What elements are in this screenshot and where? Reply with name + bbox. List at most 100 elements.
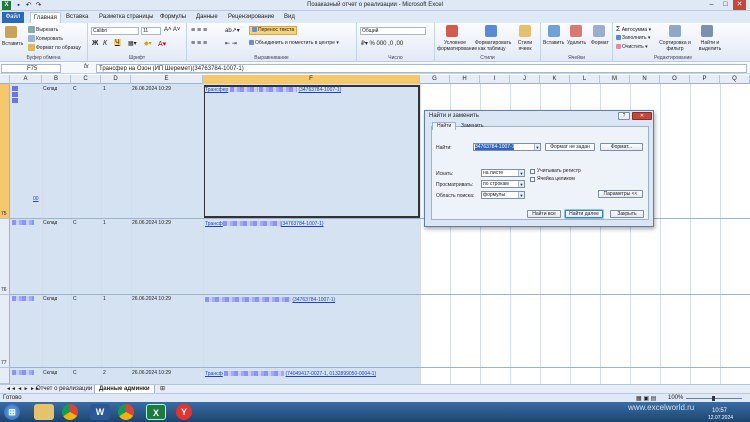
orientation-icon[interactable]: ab↗▾ [225,27,240,34]
insert-cells-button[interactable]: Вставить [543,40,564,46]
italic-icon[interactable]: К [103,40,107,47]
description-cell[interactable]: Трансфер (34763784-1007-1) [205,87,341,93]
clear-button[interactable]: Очистить ▾ [616,44,648,50]
dialog-close-button[interactable]: Закрыть [610,210,644,218]
dialog-close-icon[interactable]: ✕ [632,112,652,120]
c-cell[interactable]: С [73,220,77,226]
start-icon[interactable]: ⊞ [4,404,20,420]
cell-styles-button[interactable]: Стили ячеек [512,40,538,52]
chrome-icon[interactable] [62,404,78,420]
find-all-button[interactable]: Найти все [527,210,561,218]
column-header[interactable]: B [42,75,71,84]
zoom-thumb[interactable] [712,396,715,401]
date-cell[interactable]: 26.06.2024 10:29 [132,370,171,376]
qty-cell[interactable]: 1 [103,296,106,302]
column-header[interactable]: N [630,75,660,84]
c-cell[interactable]: С [73,296,77,302]
active-cell[interactable] [203,85,420,218]
tab-formulas[interactable]: Формулы [157,12,189,23]
align-left-icon[interactable]: ≡ ≡ ≡ [191,40,207,47]
date-cell[interactable]: 26.06.2024 10:29 [132,86,171,92]
zoom-level[interactable]: 100% [668,395,683,401]
currency-icon[interactable]: ₽▾ % 000 ,0 ,00 [361,40,403,47]
options-button[interactable]: Параметры << [598,190,643,198]
column-header[interactable]: Q [720,75,750,84]
c-cell[interactable]: С [73,370,77,376]
indent-icon[interactable]: ⇤ ⇥ [225,40,237,47]
cut-button[interactable]: Вырезать [28,26,58,33]
warehouse-cell[interactable]: Склад [43,86,57,92]
tab-replace-dialog[interactable]: Заменить [457,123,487,130]
description-cell[interactable]: Трансф (74049417-0027-1, 0132899050-0004… [205,371,376,377]
format-as-table-button[interactable]: Форматировать как таблицу [475,40,511,52]
underline-icon[interactable]: Ч [114,39,121,46]
column-header[interactable]: H [450,75,480,84]
column-header[interactable]: C [71,75,101,84]
tab-file[interactable]: Файл [2,12,24,23]
column-header[interactable]: P [690,75,720,84]
tab-view[interactable]: Вид [281,12,298,23]
number-format-select[interactable]: Общий [360,27,426,35]
column-header[interactable]: I [480,75,510,84]
description-cell[interactable]: Трансф (34763784-1007-1) [205,221,324,227]
column-header[interactable]: O [660,75,690,84]
whole-cell-checkbox[interactable] [530,177,535,182]
qty-cell[interactable]: 1 [103,86,106,92]
look-in-select[interactable]: формулы ▼ [481,191,525,199]
qty-cell[interactable]: 2 [103,370,106,376]
conditional-format-button[interactable]: Условное форматирование [437,40,477,52]
find-select-button[interactable]: Найти и выделить [695,40,725,52]
tab-insert[interactable]: Вставка [63,12,91,23]
close-button[interactable]: ✕ [733,0,746,10]
find-next-button[interactable]: Найти далее [565,210,603,218]
autosum-button[interactable]: Σ Автосумма ▾ [616,26,651,33]
sort-filter-button[interactable]: Сортировка и фильтр [657,40,693,52]
row-header[interactable]: 76 [0,219,10,295]
qty-cell[interactable]: 1 [103,220,106,226]
column-header[interactable]: A [10,75,42,84]
description-cell[interactable]: (34763784-1007-1) [205,297,335,303]
row-header[interactable] [0,368,10,384]
borders-icon[interactable]: ▦▾ [128,40,137,47]
date-cell[interactable]: 26.06.2024 10:29 [132,296,171,302]
tab-data[interactable]: Данные [193,12,221,23]
format-button[interactable]: Формат... [600,143,643,151]
date-cell[interactable]: 26.06.2024 10:29 [132,220,171,226]
column-header[interactable]: K [540,75,570,84]
find-what-input[interactable]: 34763784-1007-1 ▼ [473,143,541,151]
word-icon[interactable]: W [90,404,110,420]
formula-input[interactable]: Трансфер на Озон (ИП Шеремет)(34763784-1… [96,64,747,73]
column-header[interactable]: L [570,75,600,84]
minimize-button[interactable]: – [705,0,718,10]
copy-button[interactable]: Копировать [28,35,63,42]
search-within-select[interactable]: на листе ▼ [481,169,525,177]
bold-icon[interactable]: Ж [92,40,98,47]
column-header[interactable]: J [510,75,540,84]
maximize-button[interactable]: □ [719,0,732,10]
fill-button[interactable]: Заполнить ▾ [616,35,650,41]
wrap-text-button[interactable]: Перенос текста [249,26,298,35]
column-header[interactable]: D [101,75,131,84]
row-link-fragment[interactable]: 00 [33,196,39,202]
fill-color-icon[interactable]: ◆▾ [144,40,152,47]
format-painter-button[interactable]: Формат по образцу [28,44,81,51]
font-color-icon[interactable]: A▾ [158,40,166,48]
align-top-icon[interactable]: ≡ ≡ ≡ [191,27,207,34]
font-size-select[interactable]: 11 [141,27,161,35]
column-header[interactable]: G [420,75,450,84]
format-cells-button[interactable]: Формат [591,40,609,46]
excel-taskbar-icon[interactable]: X [146,404,166,420]
row-header-selected[interactable]: 75 [0,84,10,219]
paste-button[interactable]: Вставить [2,41,23,47]
tab-home[interactable]: Главная [30,12,61,23]
tab-find-dialog[interactable]: Найти [432,122,457,130]
warehouse-cell[interactable]: Склад [43,296,57,302]
view-buttons-icon[interactable]: ▦ ▣ ▤ [636,395,656,402]
warehouse-cell[interactable]: Склад [43,220,57,226]
tab-review[interactable]: Рецензирование [225,12,277,23]
chrome-2-icon[interactable] [118,404,134,420]
column-header-selected[interactable]: F [203,75,420,84]
row-header[interactable]: 77 [0,295,10,368]
font-name-select[interactable]: Calibri [91,27,139,35]
insert-function-button[interactable]: fx [84,64,89,70]
